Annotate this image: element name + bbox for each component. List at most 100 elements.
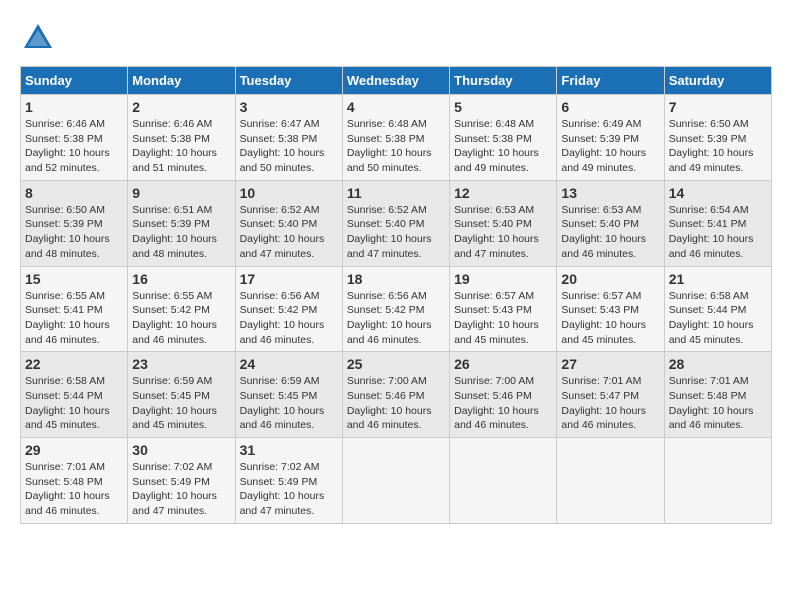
day-number: 7: [669, 99, 767, 115]
calendar-header-row: SundayMondayTuesdayWednesdayThursdayFrid…: [21, 67, 772, 95]
calendar-cell: 9 Sunrise: 6:51 AM Sunset: 5:39 PM Daylig…: [128, 180, 235, 266]
calendar-cell: 18 Sunrise: 6:56 AM Sunset: 5:42 PM Dayli…: [342, 266, 449, 352]
calendar-day-header: Tuesday: [235, 67, 342, 95]
day-info: Sunrise: 6:50 AM Sunset: 5:39 PM Dayligh…: [25, 203, 123, 262]
day-info: Sunrise: 7:01 AM Sunset: 5:47 PM Dayligh…: [561, 374, 659, 433]
calendar-week-row: 8Sunrise: 6:50 AM Sunset: 5:39 PM Daylig…: [21, 180, 772, 266]
day-number: 25: [347, 356, 445, 372]
day-number: 31: [240, 442, 338, 458]
day-number: 26: [454, 356, 552, 372]
calendar-cell: 2 Sunrise: 6:46 AM Sunset: 5:38 PM Daylig…: [128, 95, 235, 181]
calendar-cell: [450, 438, 557, 524]
day-info: Sunrise: 6:58 AM Sunset: 5:44 PM Dayligh…: [669, 289, 767, 348]
day-info: Sunrise: 6:46 AM Sunset: 5:38 PM Dayligh…: [25, 117, 123, 176]
calendar-cell: 29 Sunrise: 7:01 AM Sunset: 5:48 PM Dayli…: [21, 438, 128, 524]
day-info: Sunrise: 7:00 AM Sunset: 5:46 PM Dayligh…: [347, 374, 445, 433]
day-info: Sunrise: 7:02 AM Sunset: 5:49 PM Dayligh…: [240, 460, 338, 519]
day-info: Sunrise: 6:47 AM Sunset: 5:38 PM Dayligh…: [240, 117, 338, 176]
day-number: 15: [25, 271, 123, 287]
calendar-cell: 16 Sunrise: 6:55 AM Sunset: 5:42 PM Dayli…: [128, 266, 235, 352]
calendar-table: SundayMondayTuesdayWednesdayThursdayFrid…: [20, 66, 772, 524]
calendar-day-header: Friday: [557, 67, 664, 95]
day-number: 11: [347, 185, 445, 201]
calendar-cell: 12 Sunrise: 6:53 AM Sunset: 5:40 PM Dayli…: [450, 180, 557, 266]
calendar-cell: 28 Sunrise: 7:01 AM Sunset: 5:48 PM Dayli…: [664, 352, 771, 438]
day-number: 6: [561, 99, 659, 115]
day-number: 19: [454, 271, 552, 287]
day-number: 28: [669, 356, 767, 372]
calendar-cell: 17Sunrise: 6:56 AM Sunset: 5:42 PM Dayli…: [235, 266, 342, 352]
day-number: 24: [240, 356, 338, 372]
day-info: Sunrise: 6:56 AM Sunset: 5:42 PM Dayligh…: [240, 289, 338, 348]
calendar-day-header: Monday: [128, 67, 235, 95]
calendar-cell: [664, 438, 771, 524]
calendar-cell: 20 Sunrise: 6:57 AM Sunset: 5:43 PM Dayli…: [557, 266, 664, 352]
day-info: Sunrise: 6:50 AM Sunset: 5:39 PM Dayligh…: [669, 117, 767, 176]
calendar-cell: 15 Sunrise: 6:55 AM Sunset: 5:41 PM Dayli…: [21, 266, 128, 352]
calendar-day-header: Thursday: [450, 67, 557, 95]
calendar-week-row: 22 Sunrise: 6:58 AM Sunset: 5:44 PM Dayli…: [21, 352, 772, 438]
day-number: 9: [132, 185, 230, 201]
calendar-day-header: Wednesday: [342, 67, 449, 95]
calendar-cell: 1 Sunrise: 6:46 AM Sunset: 5:38 PM Daylig…: [21, 95, 128, 181]
calendar-cell: 13 Sunrise: 6:53 AM Sunset: 5:40 PM Dayli…: [557, 180, 664, 266]
day-number: 22: [25, 356, 123, 372]
day-info: Sunrise: 7:01 AM Sunset: 5:48 PM Dayligh…: [669, 374, 767, 433]
calendar-cell: 6 Sunrise: 6:49 AM Sunset: 5:39 PM Daylig…: [557, 95, 664, 181]
day-info: Sunrise: 6:57 AM Sunset: 5:43 PM Dayligh…: [561, 289, 659, 348]
day-number: 29: [25, 442, 123, 458]
day-info: Sunrise: 6:55 AM Sunset: 5:41 PM Dayligh…: [25, 289, 123, 348]
calendar-cell: 22 Sunrise: 6:58 AM Sunset: 5:44 PM Dayli…: [21, 352, 128, 438]
logo: [20, 20, 62, 56]
day-number: 20: [561, 271, 659, 287]
calendar-day-header: Sunday: [21, 67, 128, 95]
calendar-cell: 31 Sunrise: 7:02 AM Sunset: 5:49 PM Dayli…: [235, 438, 342, 524]
day-info: Sunrise: 6:52 AM Sunset: 5:40 PM Dayligh…: [240, 203, 338, 262]
day-number: 23: [132, 356, 230, 372]
day-info: Sunrise: 6:54 AM Sunset: 5:41 PM Dayligh…: [669, 203, 767, 262]
calendar-cell: 24 Sunrise: 6:59 AM Sunset: 5:45 PM Dayli…: [235, 352, 342, 438]
day-number: 4: [347, 99, 445, 115]
calendar-cell: 5 Sunrise: 6:48 AM Sunset: 5:38 PM Daylig…: [450, 95, 557, 181]
calendar-cell: 23 Sunrise: 6:59 AM Sunset: 5:45 PM Dayli…: [128, 352, 235, 438]
day-number: 16: [132, 271, 230, 287]
calendar-cell: 4 Sunrise: 6:48 AM Sunset: 5:38 PM Daylig…: [342, 95, 449, 181]
day-info: Sunrise: 6:58 AM Sunset: 5:44 PM Dayligh…: [25, 374, 123, 433]
day-number: 12: [454, 185, 552, 201]
day-number: 1: [25, 99, 123, 115]
day-number: 18: [347, 271, 445, 287]
calendar-cell: [342, 438, 449, 524]
calendar-week-row: 1 Sunrise: 6:46 AM Sunset: 5:38 PM Daylig…: [21, 95, 772, 181]
day-info: Sunrise: 6:52 AM Sunset: 5:40 PM Dayligh…: [347, 203, 445, 262]
day-info: Sunrise: 6:57 AM Sunset: 5:43 PM Dayligh…: [454, 289, 552, 348]
day-info: Sunrise: 6:48 AM Sunset: 5:38 PM Dayligh…: [347, 117, 445, 176]
day-info: Sunrise: 6:56 AM Sunset: 5:42 PM Dayligh…: [347, 289, 445, 348]
calendar-cell: 30 Sunrise: 7:02 AM Sunset: 5:49 PM Dayli…: [128, 438, 235, 524]
day-info: Sunrise: 6:51 AM Sunset: 5:39 PM Dayligh…: [132, 203, 230, 262]
calendar-week-row: 15 Sunrise: 6:55 AM Sunset: 5:41 PM Dayli…: [21, 266, 772, 352]
day-info: Sunrise: 6:59 AM Sunset: 5:45 PM Dayligh…: [132, 374, 230, 433]
page-header: [20, 20, 772, 56]
calendar-cell: 11 Sunrise: 6:52 AM Sunset: 5:40 PM Dayli…: [342, 180, 449, 266]
day-info: Sunrise: 6:55 AM Sunset: 5:42 PM Dayligh…: [132, 289, 230, 348]
calendar-week-row: 29 Sunrise: 7:01 AM Sunset: 5:48 PM Dayli…: [21, 438, 772, 524]
day-number: 13: [561, 185, 659, 201]
day-info: Sunrise: 6:53 AM Sunset: 5:40 PM Dayligh…: [454, 203, 552, 262]
day-info: Sunrise: 6:46 AM Sunset: 5:38 PM Dayligh…: [132, 117, 230, 176]
day-number: 27: [561, 356, 659, 372]
day-info: Sunrise: 6:53 AM Sunset: 5:40 PM Dayligh…: [561, 203, 659, 262]
day-info: Sunrise: 6:48 AM Sunset: 5:38 PM Dayligh…: [454, 117, 552, 176]
calendar-cell: 25 Sunrise: 7:00 AM Sunset: 5:46 PM Dayli…: [342, 352, 449, 438]
day-info: Sunrise: 7:02 AM Sunset: 5:49 PM Dayligh…: [132, 460, 230, 519]
day-number: 14: [669, 185, 767, 201]
day-info: Sunrise: 6:49 AM Sunset: 5:39 PM Dayligh…: [561, 117, 659, 176]
day-number: 30: [132, 442, 230, 458]
day-number: 2: [132, 99, 230, 115]
calendar-cell: 21Sunrise: 6:58 AM Sunset: 5:44 PM Dayli…: [664, 266, 771, 352]
calendar-day-header: Saturday: [664, 67, 771, 95]
day-info: Sunrise: 6:59 AM Sunset: 5:45 PM Dayligh…: [240, 374, 338, 433]
day-number: 5: [454, 99, 552, 115]
calendar-cell: 14 Sunrise: 6:54 AM Sunset: 5:41 PM Dayli…: [664, 180, 771, 266]
day-info: Sunrise: 7:01 AM Sunset: 5:48 PM Dayligh…: [25, 460, 123, 519]
calendar-cell: 10Sunrise: 6:52 AM Sunset: 5:40 PM Dayli…: [235, 180, 342, 266]
